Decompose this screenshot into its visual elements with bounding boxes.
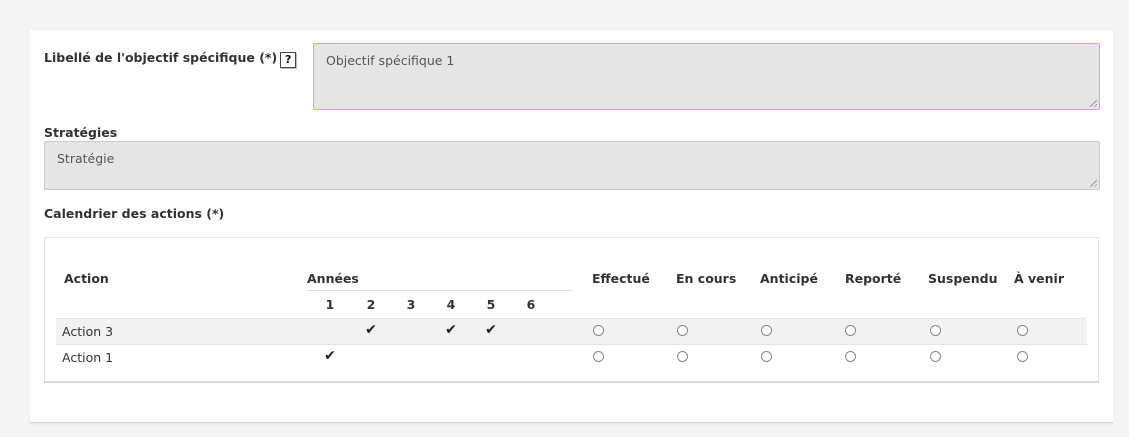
status-radio[interactable] bbox=[761, 325, 772, 336]
column-header-status: Reporté bbox=[845, 271, 902, 286]
column-header-status: À venir bbox=[1014, 271, 1064, 286]
status-radio[interactable] bbox=[845, 325, 856, 336]
year-header: 6 bbox=[526, 297, 536, 312]
year-header: 5 bbox=[486, 297, 496, 312]
column-header-status: Suspendu bbox=[928, 271, 998, 286]
column-header-status: Effectué bbox=[592, 271, 650, 286]
year-header: 4 bbox=[446, 297, 456, 312]
status-radio[interactable] bbox=[593, 351, 604, 362]
status-radio[interactable] bbox=[1017, 325, 1028, 336]
objective-textarea[interactable]: Objectif spécifique 1 bbox=[313, 43, 1100, 110]
resize-grip-icon[interactable] bbox=[1090, 180, 1097, 187]
status-radio[interactable] bbox=[677, 325, 688, 336]
column-header-years: Années bbox=[307, 271, 359, 286]
help-icon[interactable]: ? bbox=[280, 52, 297, 68]
status-radio[interactable] bbox=[930, 351, 941, 362]
action-name: Action 1 bbox=[62, 350, 114, 365]
year-header: 3 bbox=[406, 297, 416, 312]
strategies-label: Stratégies bbox=[44, 125, 118, 140]
year-check-icon: ✔ bbox=[445, 322, 457, 338]
column-header-action: Action bbox=[64, 271, 109, 286]
objective-form-card: Libellé de l'objectif spécifique (*)? Ob… bbox=[30, 30, 1113, 423]
objective-value: Objectif spécifique 1 bbox=[326, 53, 455, 68]
action-name: Action 3 bbox=[62, 324, 114, 339]
years-header-divider bbox=[307, 290, 572, 291]
column-header-status: Anticipé bbox=[760, 271, 818, 286]
calendar-label: Calendrier des actions (*) bbox=[44, 206, 225, 221]
column-header-status: En cours bbox=[676, 271, 737, 286]
year-check-icon: ✔ bbox=[485, 322, 497, 338]
actions-calendar-table: Action Années Effectué En cours Anticipé Re… bbox=[44, 237, 1099, 383]
year-header: 2 bbox=[366, 297, 376, 312]
objective-label-row: Libellé de l'objectif spécifique (*)? bbox=[44, 50, 297, 68]
strategies-value: Stratégie bbox=[57, 151, 115, 166]
year-check-icon: ✔ bbox=[324, 348, 336, 364]
resize-grip-icon[interactable] bbox=[1090, 100, 1097, 107]
table-row: Action 1 ✔ bbox=[56, 344, 1087, 370]
status-radio[interactable] bbox=[930, 325, 941, 336]
objective-label: Libellé de l'objectif spécifique (*) bbox=[44, 50, 278, 65]
strategies-textarea[interactable]: Stratégie bbox=[44, 141, 1100, 190]
status-radio[interactable] bbox=[593, 325, 604, 336]
table-row: Action 3 ✔ ✔ ✔ bbox=[56, 318, 1087, 344]
status-radio[interactable] bbox=[761, 351, 772, 362]
year-check-icon: ✔ bbox=[365, 322, 377, 338]
status-radio[interactable] bbox=[1017, 351, 1028, 362]
status-radio[interactable] bbox=[845, 351, 856, 362]
year-header: 1 bbox=[325, 297, 335, 312]
status-radio[interactable] bbox=[677, 351, 688, 362]
